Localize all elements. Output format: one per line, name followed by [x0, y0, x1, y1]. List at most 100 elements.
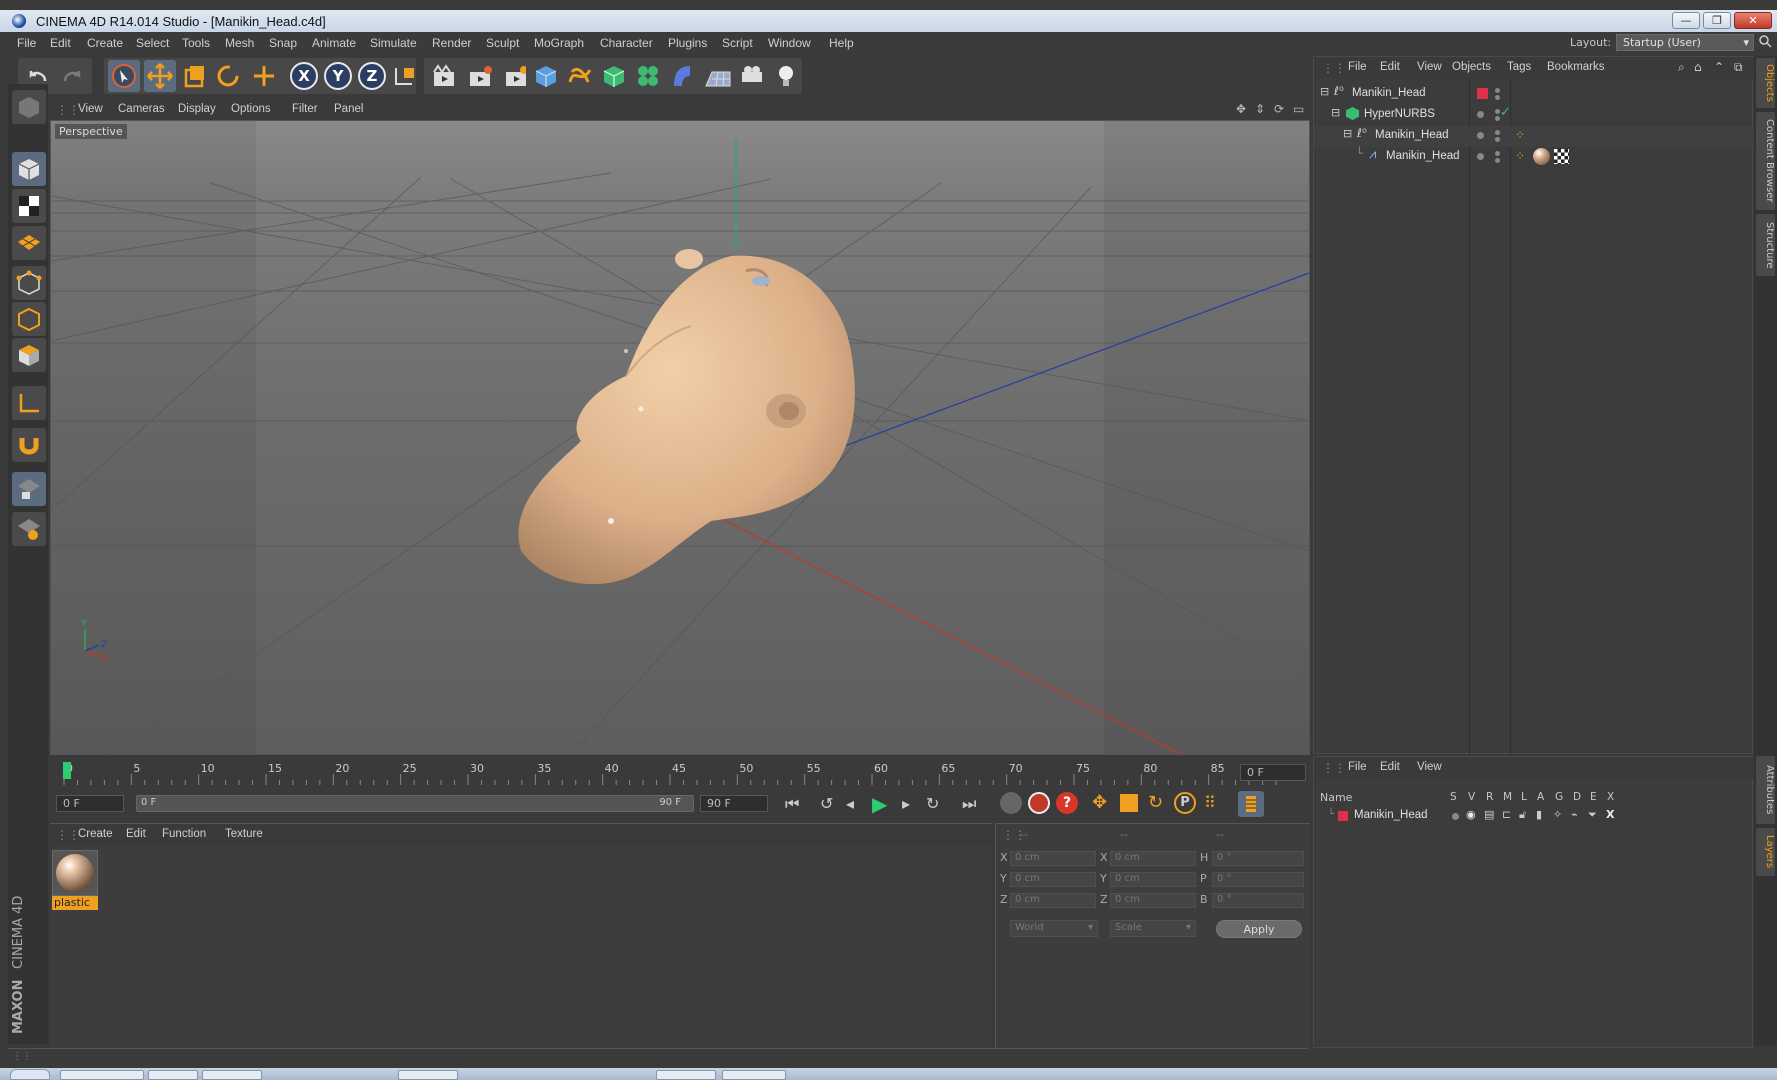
rotate-view-icon[interactable]: ⟳ [1274, 102, 1284, 116]
menu-plugins[interactable]: Plugins [668, 36, 707, 50]
preview-range-slider[interactable]: 0 F 90 F [136, 795, 694, 812]
go-to-end-icon[interactable]: ⏭ [962, 794, 976, 814]
redo-icon[interactable] [56, 60, 88, 92]
layer-deformers-icon[interactable]: ⌁ [1571, 808, 1578, 821]
key-position-icon[interactable]: ✥ [1092, 792, 1107, 813]
start-frame-field[interactable]: 0 F [56, 795, 124, 812]
workplane-lock-icon[interactable] [12, 472, 46, 506]
menu-mograph[interactable]: MoGraph [534, 36, 584, 50]
menu-simulate[interactable]: Simulate [370, 36, 417, 50]
render-view-icon[interactable] [428, 60, 460, 92]
key-rotation-icon[interactable]: ↻ [1148, 792, 1163, 813]
layer-col-locked[interactable]: L [1521, 791, 1527, 803]
panel-grip-icon[interactable]: ⋮⋮ [56, 828, 80, 842]
layer-col-render[interactable]: R [1486, 791, 1493, 803]
timeline-window-icon[interactable] [1238, 791, 1264, 817]
taskbar-item[interactable] [656, 1070, 716, 1080]
hypernurbs-icon[interactable] [598, 60, 630, 92]
tab-structure[interactable]: Structure [1756, 214, 1775, 276]
new-window-icon[interactable]: ⧉ [1734, 60, 1743, 75]
current-frame-field[interactable]: 0 F [1240, 764, 1306, 781]
panel-grip-icon[interactable]: ⋮⋮ [1322, 761, 1346, 775]
layer-solo-dot[interactable] [1452, 813, 1459, 820]
layer-menu-view[interactable]: View [1417, 761, 1442, 773]
render-picture-viewer-icon[interactable] [464, 60, 496, 92]
layer-dot[interactable] [1477, 153, 1484, 160]
deformer-icon[interactable] [666, 60, 698, 92]
layer-render-icon[interactable]: ▤ [1484, 808, 1494, 821]
collapse-toggle-icon[interactable]: ⊟ [1320, 85, 1329, 98]
texture-mode-icon[interactable] [12, 189, 46, 223]
menu-edit[interactable]: Edit [50, 36, 71, 50]
tab-attributes[interactable]: Attributes [1756, 756, 1775, 824]
layer-generators-icon[interactable]: ✧ [1553, 808, 1562, 821]
rot-b-field[interactable]: 0 ° [1212, 893, 1304, 908]
render-visibility-dot[interactable] [1495, 158, 1500, 163]
display-tag-icon[interactable]: ⁘ [1515, 149, 1525, 163]
pos-x-field[interactable]: 0 cm [1010, 851, 1096, 866]
panel-grip-icon[interactable]: ⋮⋮ [1322, 61, 1346, 75]
move-icon[interactable] [144, 60, 176, 92]
record-keys-icon[interactable] [1000, 792, 1022, 814]
menu-script[interactable]: Script [722, 36, 753, 50]
taskbar-item[interactable] [398, 1070, 458, 1080]
tab-content-browser[interactable]: Content Browser [1756, 112, 1775, 210]
perspective-viewport[interactable]: Y X Z Perspective [50, 120, 1310, 755]
camera-icon[interactable] [736, 60, 768, 92]
mat-menu-edit[interactable]: Edit [126, 828, 146, 840]
search-icon[interactable] [1758, 34, 1772, 51]
z-axis-lock-button[interactable]: Z [356, 60, 388, 92]
zoom-view-icon[interactable]: ⇕ [1255, 102, 1265, 116]
make-editable-icon[interactable] [12, 90, 46, 124]
menu-select[interactable]: Select [136, 36, 169, 50]
vp-menu-cameras[interactable]: Cameras [118, 103, 165, 115]
previous-key-icon[interactable]: ↺ [820, 794, 833, 813]
apply-button[interactable]: Apply [1216, 920, 1302, 938]
size-x-field[interactable]: 0 cm [1110, 851, 1196, 866]
menu-tools[interactable]: Tools [182, 36, 210, 50]
rotate-icon[interactable] [212, 60, 244, 92]
vp-menu-filter[interactable]: Filter [292, 103, 318, 115]
display-tag-icon[interactable]: ⁘ [1515, 128, 1525, 142]
obj-menu-objects[interactable]: Objects [1452, 61, 1491, 73]
home-icon[interactable]: ⌂ [1694, 60, 1702, 74]
floor-icon[interactable] [702, 60, 734, 92]
workplane-mode-icon[interactable] [12, 226, 46, 260]
object-row-manikin-head-mesh[interactable]: └ ⩘ Manikin_Head ⁘ [1314, 147, 1754, 168]
key-scale-icon[interactable] [1120, 794, 1138, 812]
key-pla-icon[interactable]: ⠿ [1204, 793, 1216, 812]
collapse-toggle-icon[interactable]: ⊟ [1343, 127, 1352, 140]
menu-help[interactable]: Help [829, 36, 854, 50]
taskbar-item[interactable] [60, 1070, 144, 1080]
obj-menu-view[interactable]: View [1417, 61, 1442, 73]
layer-color-swatch[interactable] [1338, 811, 1348, 821]
playhead-marker[interactable] [63, 762, 71, 779]
model-mode-icon[interactable] [12, 152, 46, 186]
menu-animate[interactable]: Animate [312, 36, 356, 50]
menu-create[interactable]: Create [87, 36, 123, 50]
coord-system-dropdown[interactable]: World ▾ [1010, 920, 1098, 937]
object-row-manikin-head-null[interactable]: ⊟ ℓ⁰ Manikin_Head ⁘ [1314, 126, 1754, 147]
polygons-mode-icon[interactable] [12, 338, 46, 372]
coordinate-system-icon[interactable] [388, 60, 420, 92]
rot-p-field[interactable]: 0 ° [1212, 872, 1304, 887]
tab-objects[interactable]: Objects [1756, 58, 1775, 108]
obj-menu-file[interactable]: File [1348, 61, 1367, 73]
vp-menu-panel[interactable]: Panel [334, 103, 363, 115]
y-axis-lock-button[interactable]: Y [322, 60, 354, 92]
layer-expressions-icon[interactable]: ⏷ [1588, 808, 1597, 822]
keyframe-selection-icon[interactable]: ? [1056, 792, 1078, 814]
points-mode-icon[interactable] [12, 266, 46, 300]
obj-menu-bookmarks[interactable]: Bookmarks [1547, 61, 1605, 73]
scale-icon[interactable] [178, 60, 210, 92]
editor-visibility-dot[interactable] [1495, 130, 1500, 135]
collapse-toggle-icon[interactable]: ⊟ [1331, 106, 1340, 119]
restore-button[interactable]: ❐ [1703, 12, 1731, 29]
layer-col-view[interactable]: V [1468, 791, 1475, 803]
menu-mesh[interactable]: Mesh [225, 36, 254, 50]
play-icon[interactable]: ▶ [872, 792, 887, 816]
panel-grip-icon[interactable]: ⋮⋮ [12, 1051, 32, 1062]
maximize-view-icon[interactable]: ▭ [1293, 102, 1304, 116]
tab-layers[interactable]: Layers [1756, 828, 1775, 876]
autokeying-icon[interactable] [1028, 792, 1050, 814]
